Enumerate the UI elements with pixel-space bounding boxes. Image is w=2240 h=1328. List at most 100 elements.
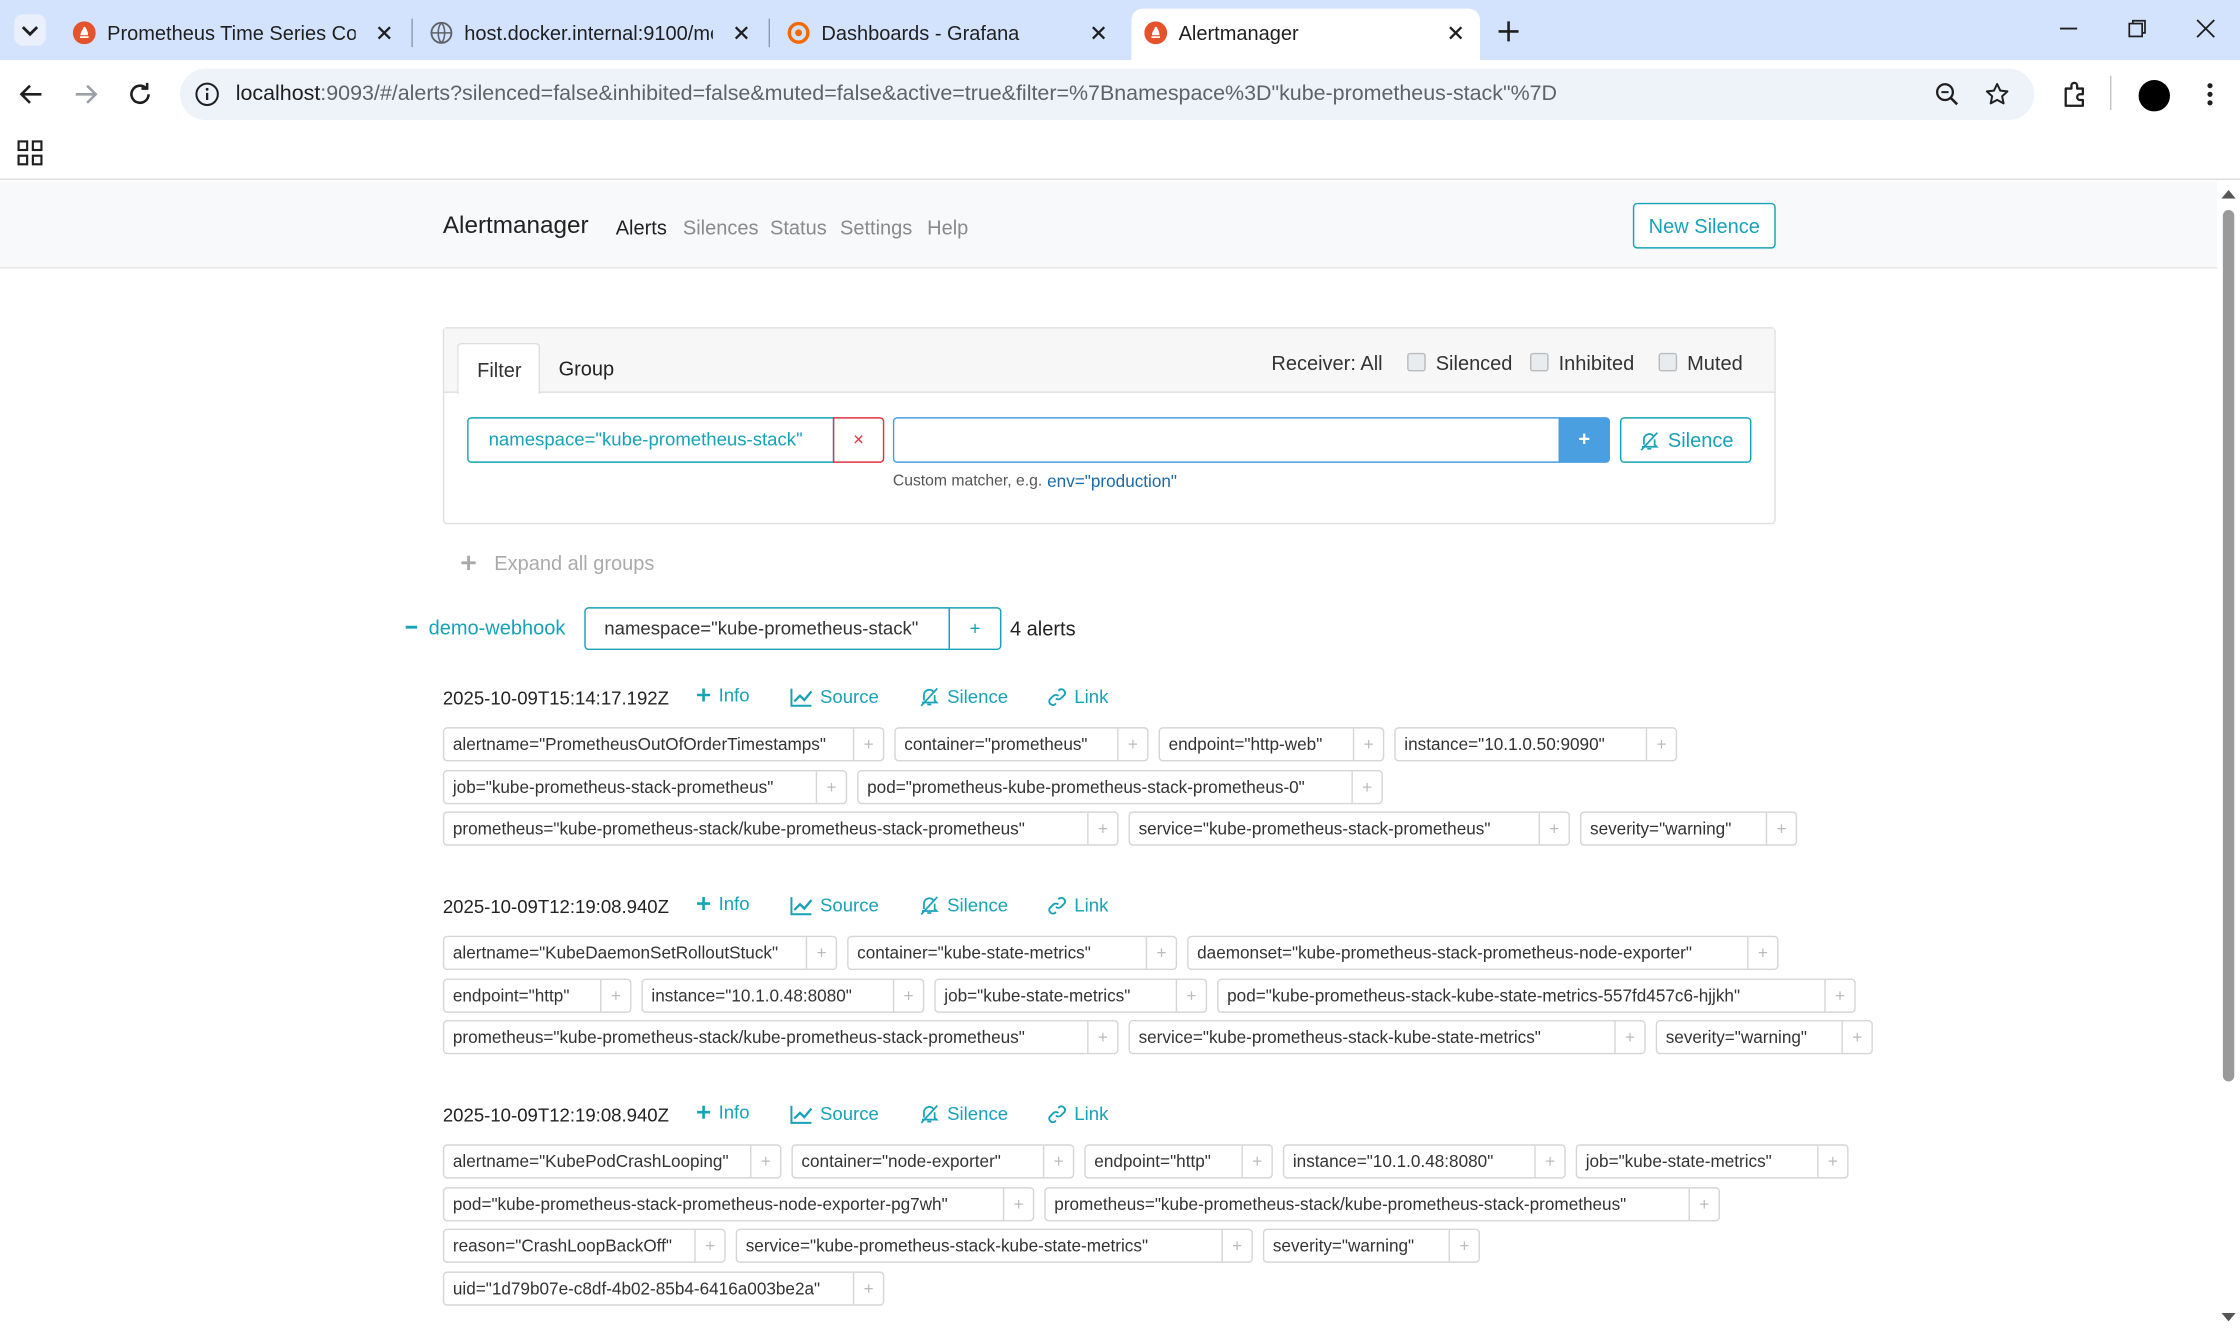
alert-label-tag[interactable]: alertname="KubePodCrashLooping" + xyxy=(442,1144,782,1179)
muted-checkbox[interactable] xyxy=(1658,352,1678,372)
tab-group[interactable]: Group xyxy=(559,357,615,380)
add-label-filter-button[interactable]: + xyxy=(854,1273,882,1304)
back-arrow-icon[interactable] xyxy=(17,80,46,109)
forward-arrow-icon[interactable] xyxy=(71,80,100,109)
alert-label-tag[interactable]: service="kube-prometheus-stack-prometheu… xyxy=(1128,811,1570,846)
apps-grid-icon[interactable] xyxy=(17,140,43,166)
minimize-icon[interactable] xyxy=(2057,17,2080,40)
nav-alerts[interactable]: Alerts xyxy=(616,216,667,239)
add-label-filter-button[interactable]: + xyxy=(752,1146,780,1177)
window-close-icon[interactable] xyxy=(2194,17,2217,40)
alert-link-button[interactable]: Link xyxy=(1047,1103,1108,1124)
alert-label-tag[interactable]: job="kube-prometheus-stack-prometheus" + xyxy=(442,769,848,805)
close-icon[interactable] xyxy=(1446,23,1466,43)
nav-status[interactable]: Status xyxy=(770,216,827,239)
browser-tab-grafana[interactable]: Dashboards - Grafana xyxy=(774,9,1123,60)
scrollbar-thumb[interactable] xyxy=(2222,209,2235,1082)
zoom-icon[interactable] xyxy=(1934,81,1960,107)
inhibited-checkbox[interactable] xyxy=(1529,352,1549,372)
add-label-filter-button[interactable]: + xyxy=(1819,1146,1847,1177)
alert-silence-button[interactable]: Silence xyxy=(919,894,1008,916)
alert-label-tag[interactable]: endpoint="http" + xyxy=(1084,1144,1273,1179)
alert-label-tag[interactable]: prometheus="kube-prometheus-stack/kube-p… xyxy=(442,1019,1119,1055)
add-label-filter-button[interactable]: + xyxy=(1243,1146,1271,1177)
add-label-filter-button[interactable]: + xyxy=(1616,1021,1644,1052)
nav-silences[interactable]: Silences xyxy=(683,216,759,239)
alert-label-tag[interactable]: severity="warning" + xyxy=(1579,811,1798,846)
add-label-filter-button[interactable]: + xyxy=(1843,1021,1871,1052)
page-scrollbar[interactable] xyxy=(2217,181,2240,1328)
group-label-chip[interactable]: namespace="kube-prometheus-stack" xyxy=(584,607,950,650)
alert-label-tag[interactable]: endpoint="http" + xyxy=(442,978,632,1013)
url-text[interactable]: localhost:9093/#/alerts?silenced=false&i… xyxy=(236,81,1557,105)
star-icon[interactable] xyxy=(1984,81,2010,107)
browser-tab-prometheus[interactable]: Prometheus Time Series Collect xyxy=(60,9,409,60)
add-label-filter-button[interactable]: + xyxy=(1647,729,1675,760)
add-label-filter-button[interactable]: + xyxy=(696,1230,724,1261)
alert-label-tag[interactable]: service="kube-prometheus-stack-kube-stat… xyxy=(735,1228,1253,1263)
add-label-filter-button[interactable]: + xyxy=(1044,1146,1072,1177)
address-bar[interactable]: localhost:9093/#/alerts?silenced=false&i… xyxy=(179,68,2035,120)
expand-all-groups[interactable]: Expand all groups xyxy=(460,551,654,574)
alert-label-tag[interactable]: instance="10.1.0.48:8080" + xyxy=(641,978,925,1013)
filter-matcher-chip[interactable]: namespace="kube-prometheus-stack" xyxy=(467,417,835,463)
custom-matcher-input[interactable] xyxy=(892,417,1560,463)
alert-label-tag[interactable]: daemonset="kube-prometheus-stack-prometh… xyxy=(1187,935,1779,970)
add-label-filter-button[interactable]: + xyxy=(894,980,922,1011)
add-label-filter-button[interactable]: + xyxy=(1089,1021,1118,1052)
alert-label-tag[interactable]: endpoint="http-web" + xyxy=(1158,727,1385,762)
alert-source-button[interactable]: Source xyxy=(790,1103,879,1124)
tab-search-button[interactable] xyxy=(14,14,46,46)
add-label-filter-button[interactable]: + xyxy=(1353,771,1381,802)
alert-label-tag[interactable]: container="node-exporter" + xyxy=(791,1144,1075,1179)
scroll-down-arrow-icon[interactable] xyxy=(2221,1312,2236,1324)
silence-filter-button[interactable]: Silence xyxy=(1619,417,1752,463)
close-icon[interactable] xyxy=(1089,23,1109,43)
alert-silence-button[interactable]: Silence xyxy=(919,686,1008,707)
alert-label-tag[interactable]: reason="CrashLoopBackOff" + xyxy=(442,1228,726,1263)
alert-label-tag[interactable]: container="prometheus" + xyxy=(894,727,1149,762)
add-label-filter-button[interactable]: + xyxy=(854,729,882,760)
group-toggle[interactable]: demo-webhook xyxy=(404,616,565,639)
browser-tab-node-metrics[interactable]: host.docker.internal:9100/metri xyxy=(417,9,766,60)
alert-info-button[interactable]: Info xyxy=(696,893,750,914)
scroll-up-arrow-icon[interactable] xyxy=(2221,187,2236,199)
alert-label-tag[interactable]: pod="kube-prometheus-stack-prometheus-no… xyxy=(442,1187,1035,1222)
add-label-filter-button[interactable]: + xyxy=(817,771,845,802)
profile-avatar[interactable] xyxy=(2138,79,2170,112)
alert-link-button[interactable]: Link xyxy=(1047,894,1108,916)
close-icon[interactable] xyxy=(374,23,394,43)
add-label-filter-button[interactable]: + xyxy=(1690,1189,1719,1220)
tab-filter[interactable]: Filter xyxy=(457,342,540,395)
app-brand[interactable]: Alertmanager xyxy=(443,211,589,240)
add-label-filter-button[interactable]: + xyxy=(1826,980,1855,1011)
alert-source-button[interactable]: Source xyxy=(790,686,879,707)
alert-label-tag[interactable]: instance="10.1.0.48:8080" + xyxy=(1282,1144,1566,1179)
site-info-icon[interactable] xyxy=(194,81,220,107)
add-label-filter-button[interactable]: + xyxy=(1004,1189,1033,1220)
restore-icon[interactable] xyxy=(2126,17,2149,40)
alert-label-tag[interactable]: severity="warning" + xyxy=(1655,1019,1873,1055)
alert-label-tag[interactable]: pod="kube-prometheus-stack-kube-state-me… xyxy=(1217,978,1856,1013)
receiver-select[interactable]: Receiver: All xyxy=(1271,351,1382,374)
add-label-filter-button[interactable]: + xyxy=(1540,813,1568,844)
silenced-checkbox[interactable] xyxy=(1407,352,1426,372)
new-tab-plus-icon[interactable] xyxy=(1494,17,1523,46)
add-label-filter-button[interactable]: + xyxy=(1147,937,1175,968)
alert-info-button[interactable]: Info xyxy=(696,684,750,706)
add-label-filter-button[interactable]: + xyxy=(1767,813,1795,844)
add-label-filter-button[interactable]: + xyxy=(807,937,835,968)
alert-label-tag[interactable]: pod="prometheus-kube-prometheus-stack-pr… xyxy=(857,769,1383,805)
add-label-filter-button[interactable]: + xyxy=(1119,729,1147,760)
add-label-filter-button[interactable]: + xyxy=(1354,729,1382,760)
nav-settings[interactable]: Settings xyxy=(840,216,912,239)
alert-label-tag[interactable]: instance="10.1.0.50:9090" + xyxy=(1394,727,1678,762)
add-matcher-button[interactable]: + xyxy=(1558,417,1610,463)
alert-label-tag[interactable]: severity="warning" + xyxy=(1262,1228,1480,1263)
alert-label-tag[interactable]: service="kube-prometheus-stack-kube-stat… xyxy=(1128,1019,1646,1055)
alert-label-tag[interactable]: prometheus="kube-prometheus-stack/kube-p… xyxy=(442,811,1119,846)
alert-info-button[interactable]: Info xyxy=(696,1101,750,1123)
add-label-filter-button[interactable]: + xyxy=(1536,1146,1564,1177)
add-label-filter-button[interactable]: + xyxy=(1177,980,1205,1011)
add-label-filter-button[interactable]: + xyxy=(1749,937,1778,968)
